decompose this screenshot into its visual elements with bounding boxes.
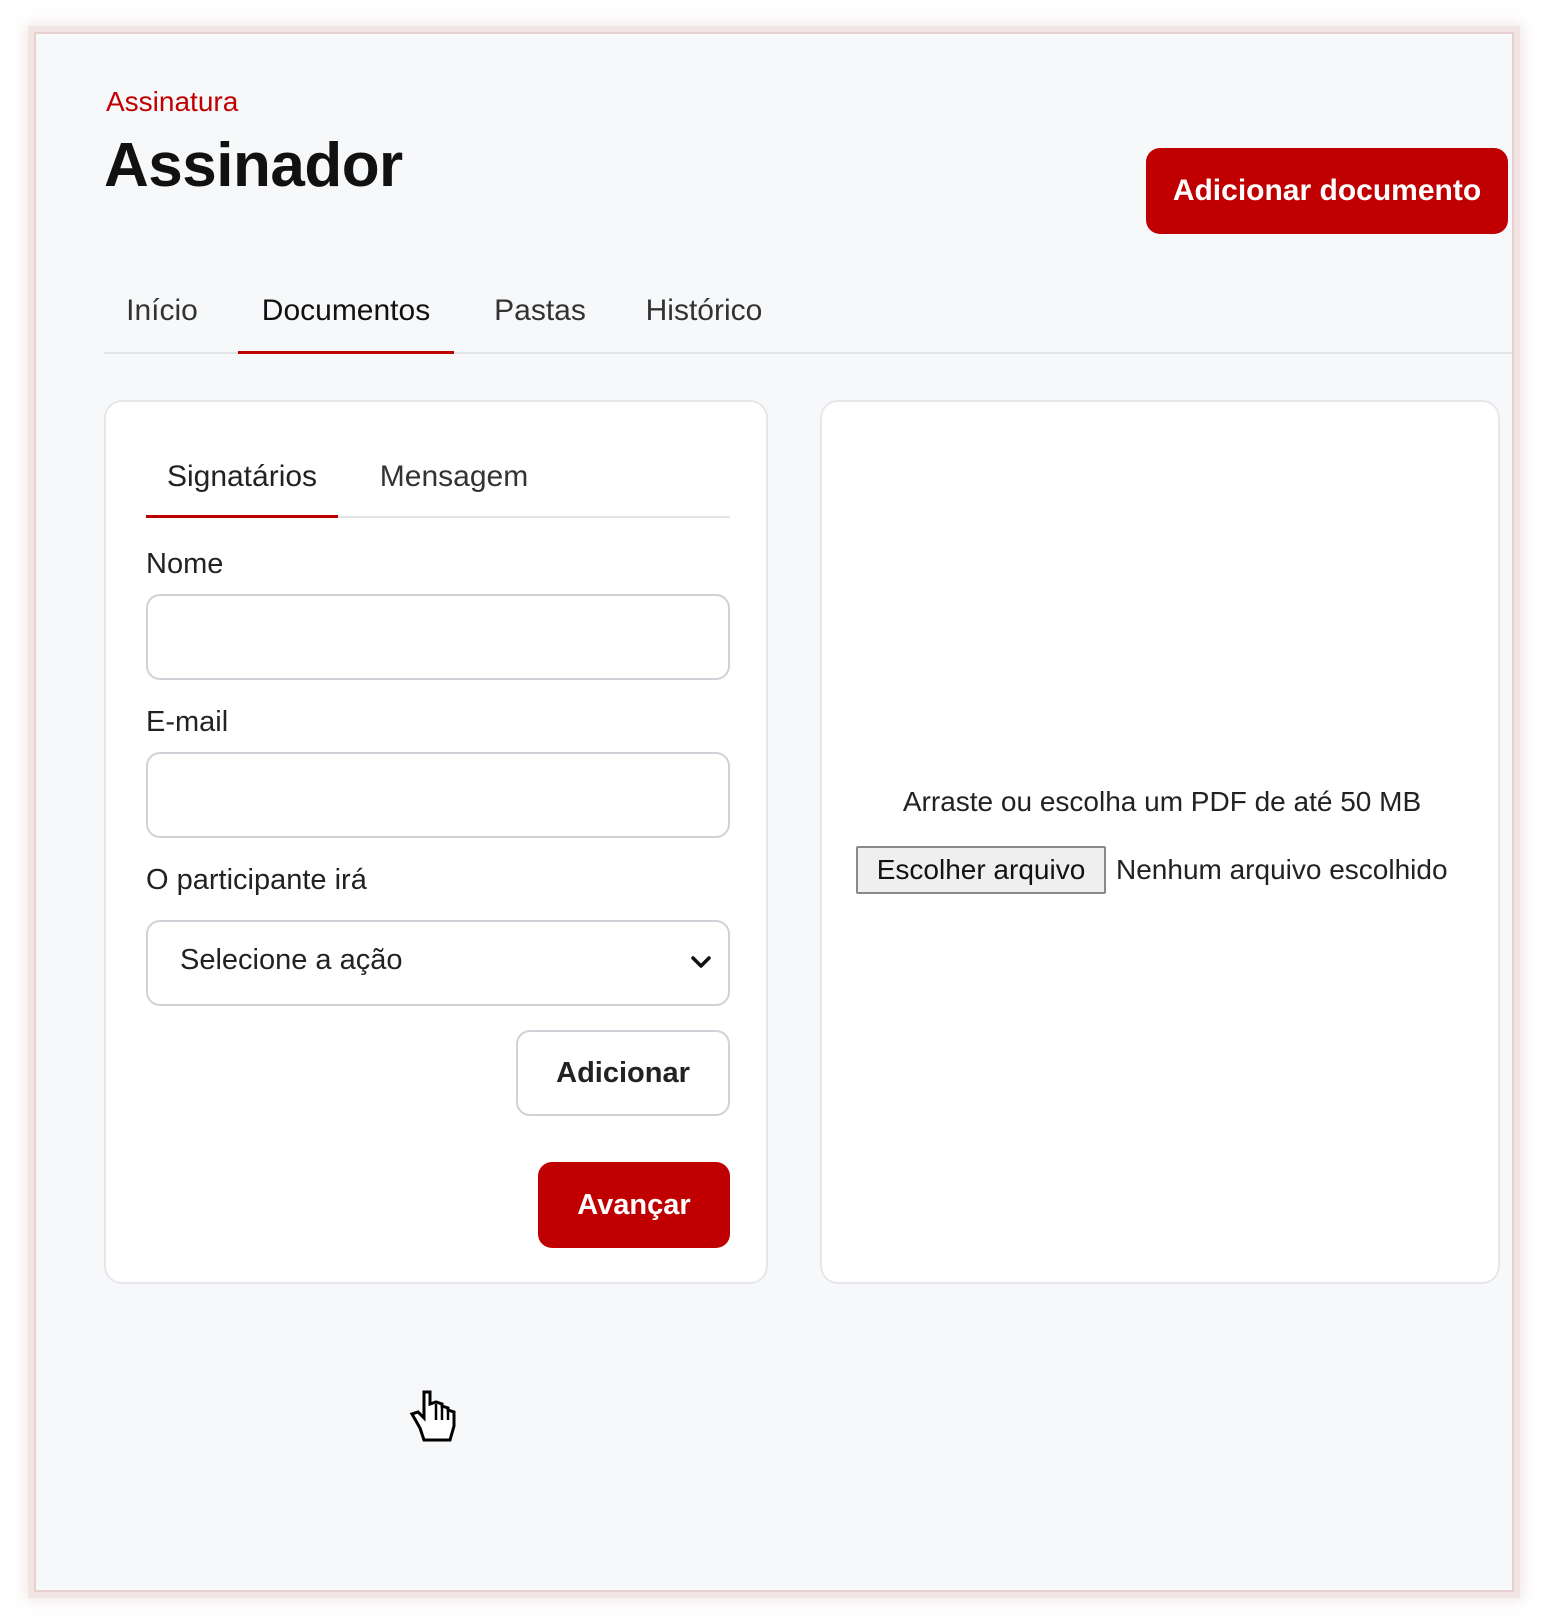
add-document-button[interactable]: Adicionar documento — [1146, 148, 1508, 234]
upload-hint: Arraste ou escolha um PDF de até 50 MB — [902, 786, 1422, 817]
tab-inicio[interactable]: Início — [104, 278, 220, 354]
form-tabs: Signatários Mensagem — [146, 448, 730, 518]
tab-mensagem[interactable]: Mensagem — [364, 448, 544, 518]
action-select-value: Selecione a ação — [180, 944, 403, 976]
file-status: Nenhum arquivo escolhido — [1116, 854, 1448, 885]
name-label: Nome — [146, 548, 224, 580]
tab-pastas[interactable]: Pastas — [480, 278, 600, 354]
upload-card[interactable]: Arraste ou escolha um PDF de até 50 MB E… — [820, 400, 1500, 1284]
tab-documentos[interactable]: Documentos — [238, 278, 454, 354]
choose-file-button[interactable]: Escolher arquivo — [856, 846, 1106, 894]
breadcrumb[interactable]: Assinatura — [106, 86, 238, 118]
signers-form-card: Signatários Mensagem Nome E-mail O parti… — [104, 400, 768, 1284]
next-button[interactable]: Avançar — [538, 1162, 730, 1248]
name-field[interactable] — [146, 594, 730, 680]
email-field[interactable] — [146, 752, 730, 838]
chevron-down-icon — [691, 956, 711, 968]
hand-cursor-icon — [409, 1390, 456, 1442]
action-label: O participante irá — [146, 864, 367, 896]
app-window: Assinatura Assinador Adicionar documento… — [34, 32, 1514, 1592]
tab-signatarios[interactable]: Signatários — [146, 448, 338, 518]
main-tabs: Início Documentos Pastas Histórico — [104, 278, 1512, 354]
email-label: E-mail — [146, 706, 229, 738]
action-select[interactable]: Selecione a ação — [146, 920, 730, 1006]
tab-historico[interactable]: Histórico — [624, 278, 784, 354]
add-signer-button[interactable]: Adicionar — [516, 1030, 730, 1116]
page-title: Assinador — [104, 131, 403, 200]
